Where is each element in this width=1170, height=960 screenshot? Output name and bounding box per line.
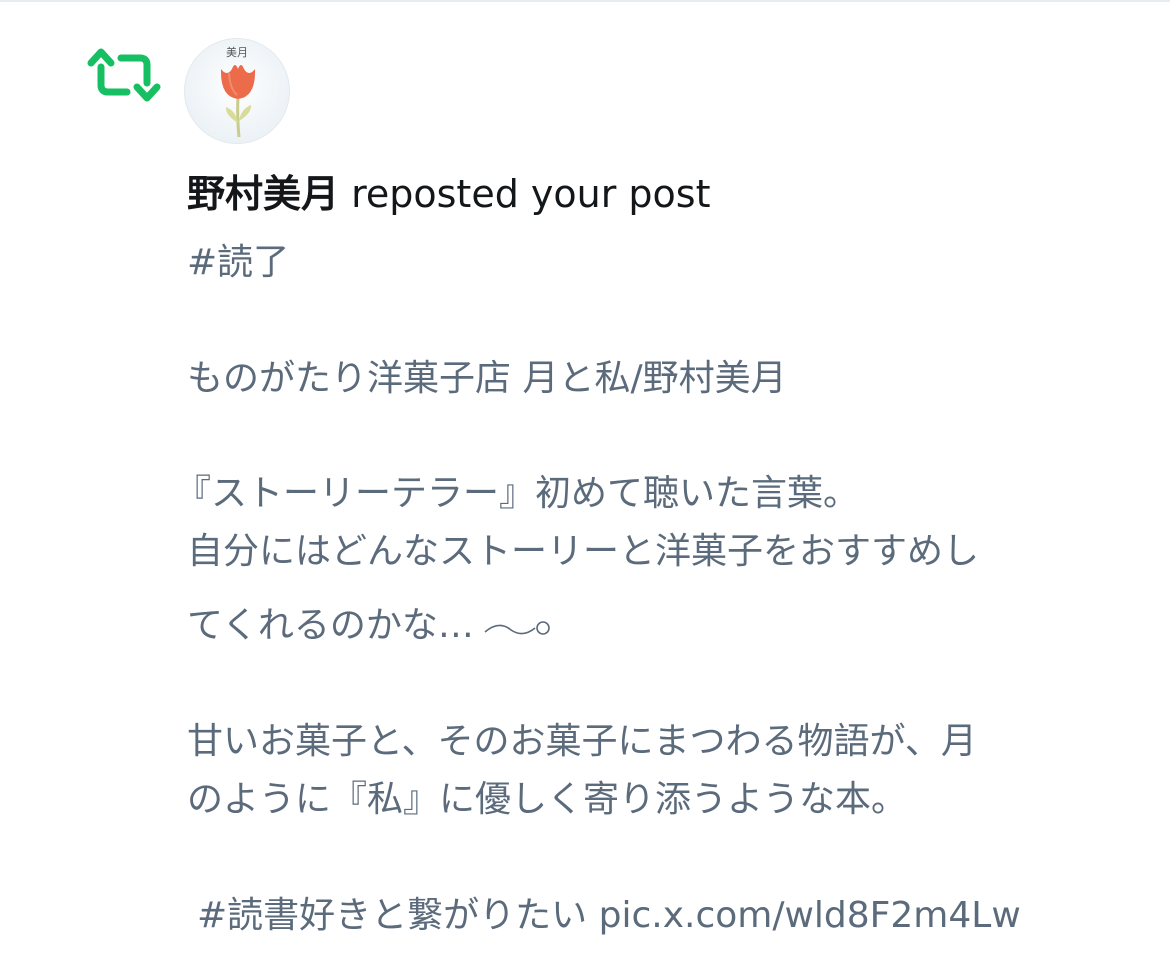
post-footer-line: #読書好きと繋がりたい pic.x.com/wld8F2m4Lw	[197, 892, 1021, 940]
action-text: reposted your post	[339, 172, 711, 216]
notification-headline: 野村美月 reposted your post	[187, 168, 711, 220]
pic-link[interactable]: pic.x.com/wld8F2m4Lw	[599, 895, 1021, 936]
hashtag-bottom[interactable]: #読書好きと繋がりたい	[197, 895, 587, 936]
paragraph1-line1: 『ストーリーテラー』初めて聴いた言葉。	[175, 473, 860, 514]
paragraph2-line1: 甘いお菓子と、そのお菓子にまつわる物語が、月	[187, 721, 977, 762]
paragraph1-line3-text: てくれるのかな…	[187, 605, 474, 646]
hashtag-top[interactable]: #読了	[187, 239, 289, 287]
paragraph1-line3: てくれるのかな…	[187, 602, 553, 650]
bubble-trail-icon	[484, 621, 551, 635]
paragraph2-line2: のように『私』に優しく寄り添うような本。	[187, 779, 908, 820]
repost-icon	[87, 48, 161, 102]
book-line: ものがたり洋菓子店 月と私/野村美月	[187, 358, 787, 399]
user-avatar[interactable]: 美月	[184, 38, 290, 144]
top-divider	[0, 0, 1170, 2]
paragraph1-line2: 自分にはどんなストーリーと洋菓子をおすすめし	[187, 531, 980, 572]
avatar-label: 美月	[226, 46, 248, 59]
user-name-link[interactable]: 野村美月	[187, 172, 339, 216]
